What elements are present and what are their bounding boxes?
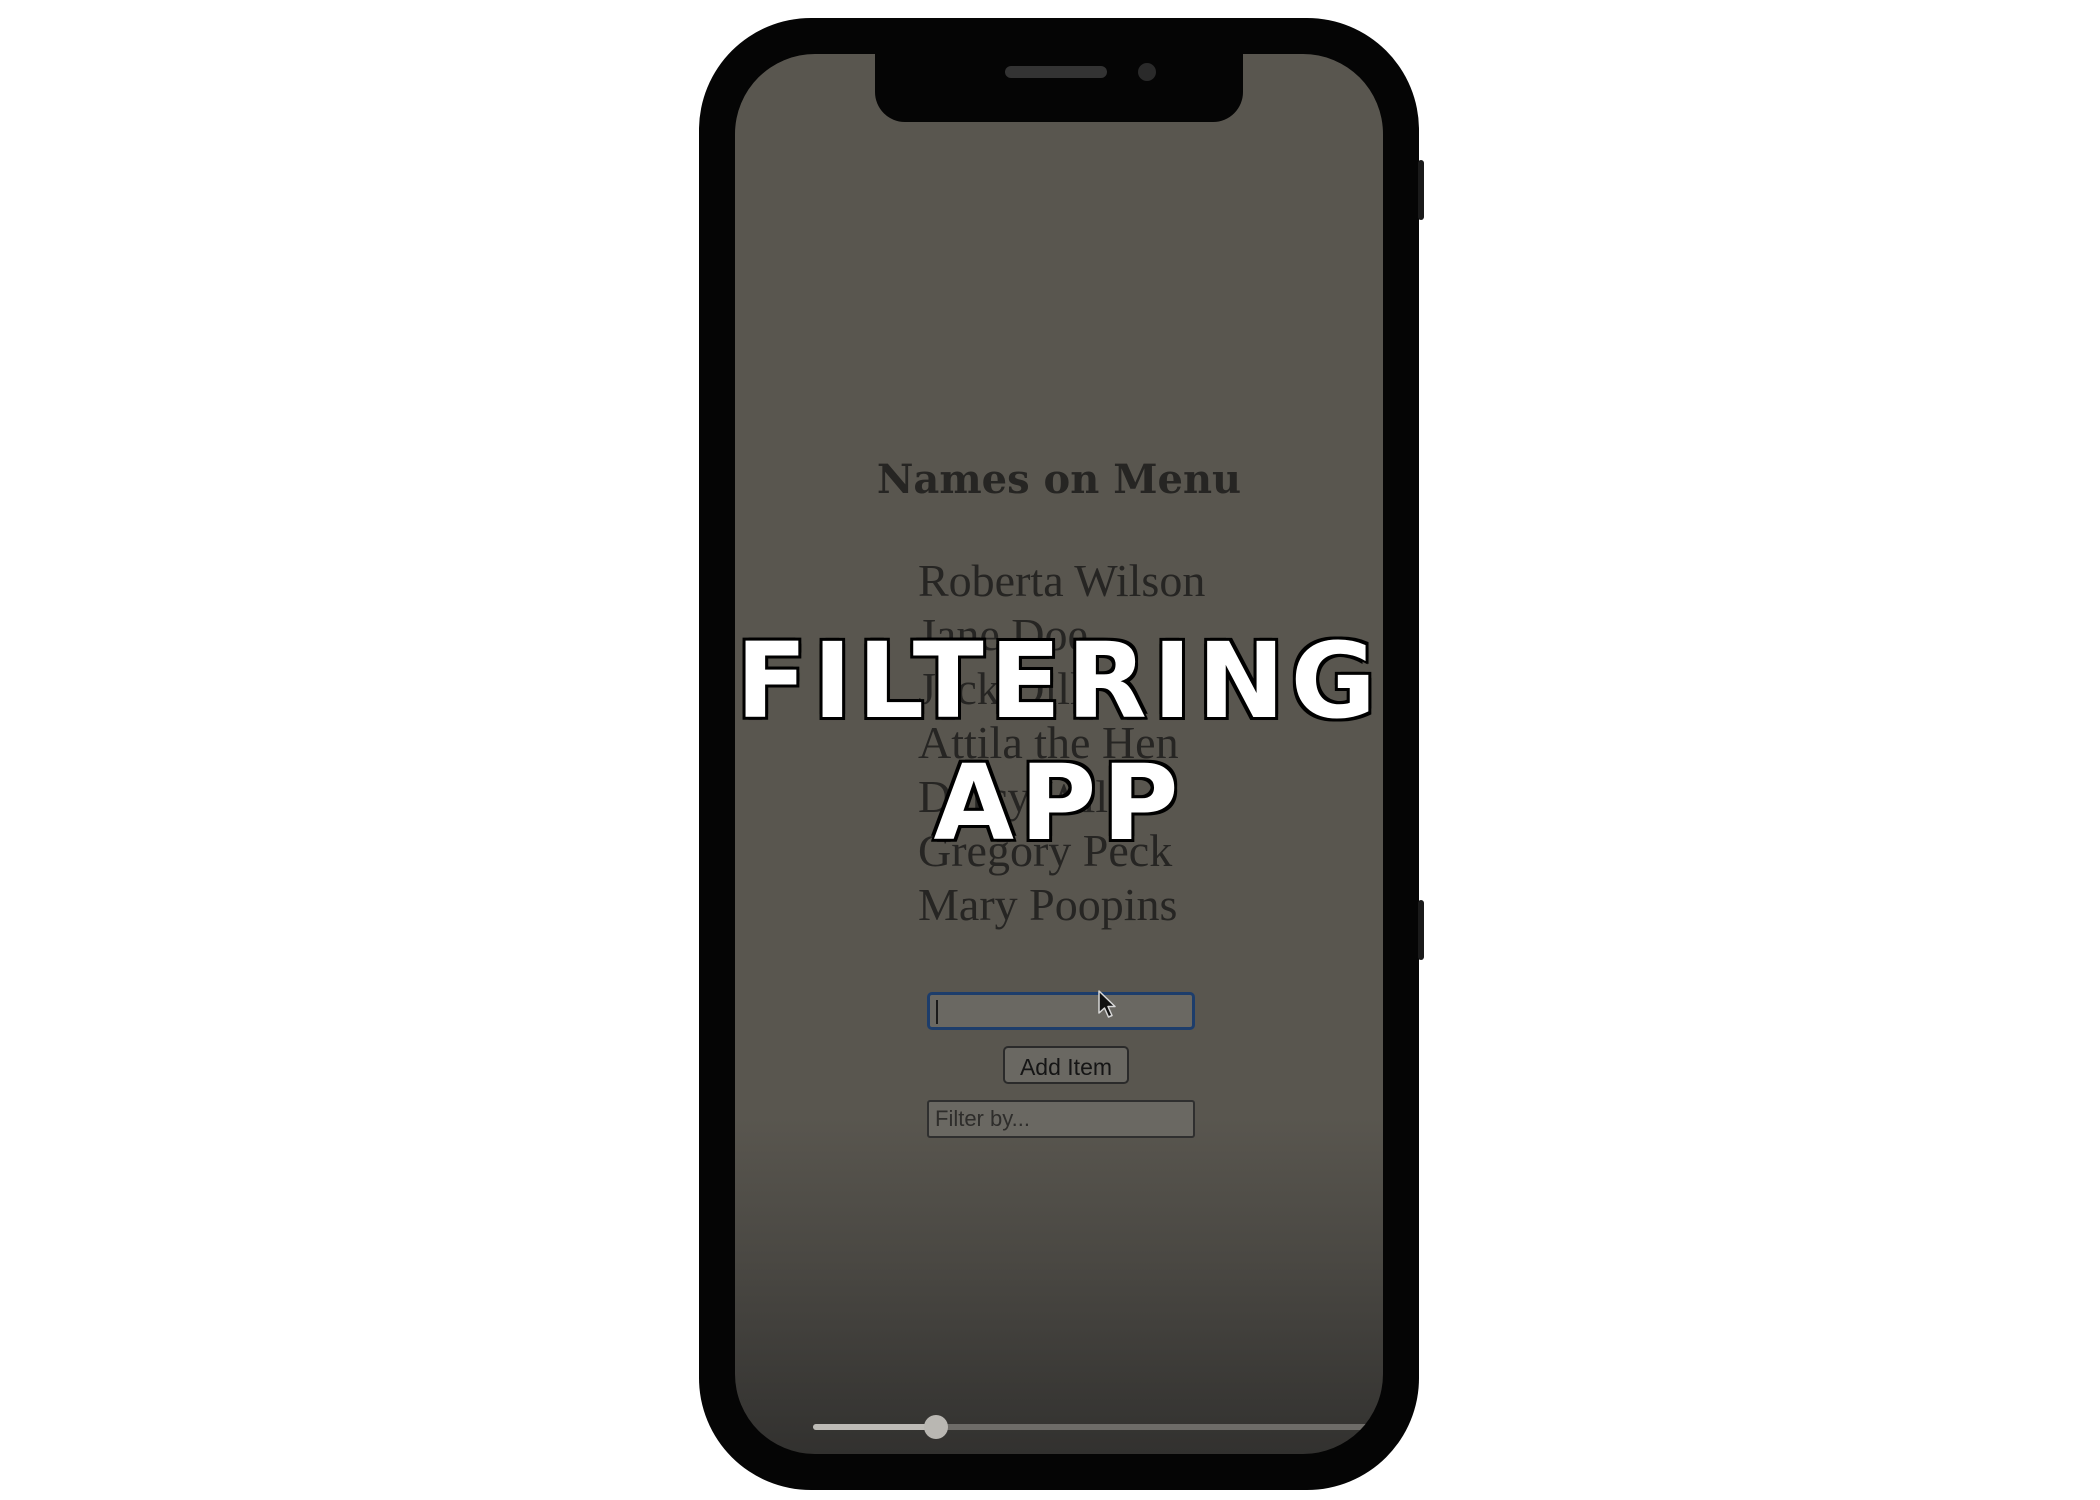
overlay-title: FILTERING APP: [699, 618, 1419, 866]
volume-button: [1418, 900, 1424, 960]
front-camera: [1138, 63, 1156, 81]
overlay-title-line-1: FILTERING: [734, 618, 1382, 744]
list-item: Roberta Wilson: [918, 555, 1206, 606]
list-item: Mary Poopins: [918, 879, 1178, 930]
page-title: Names on Menu: [876, 456, 1242, 503]
scrubber-progress: [813, 1424, 937, 1430]
power-button: [1418, 160, 1424, 220]
speaker-grille: [1005, 66, 1107, 78]
mouse-pointer-icon: [1098, 990, 1116, 1018]
phone-notch: [875, 54, 1243, 122]
add-item-input[interactable]: [927, 992, 1195, 1030]
scrubber-handle[interactable]: [924, 1415, 949, 1439]
video-scrubber[interactable]: [813, 1415, 1373, 1439]
filter-input[interactable]: Filter by...: [927, 1100, 1195, 1138]
add-item-button[interactable]: Add Item: [1003, 1046, 1129, 1084]
text-caret: [936, 1000, 938, 1024]
overlay-title-line-2: APP: [932, 740, 1185, 866]
